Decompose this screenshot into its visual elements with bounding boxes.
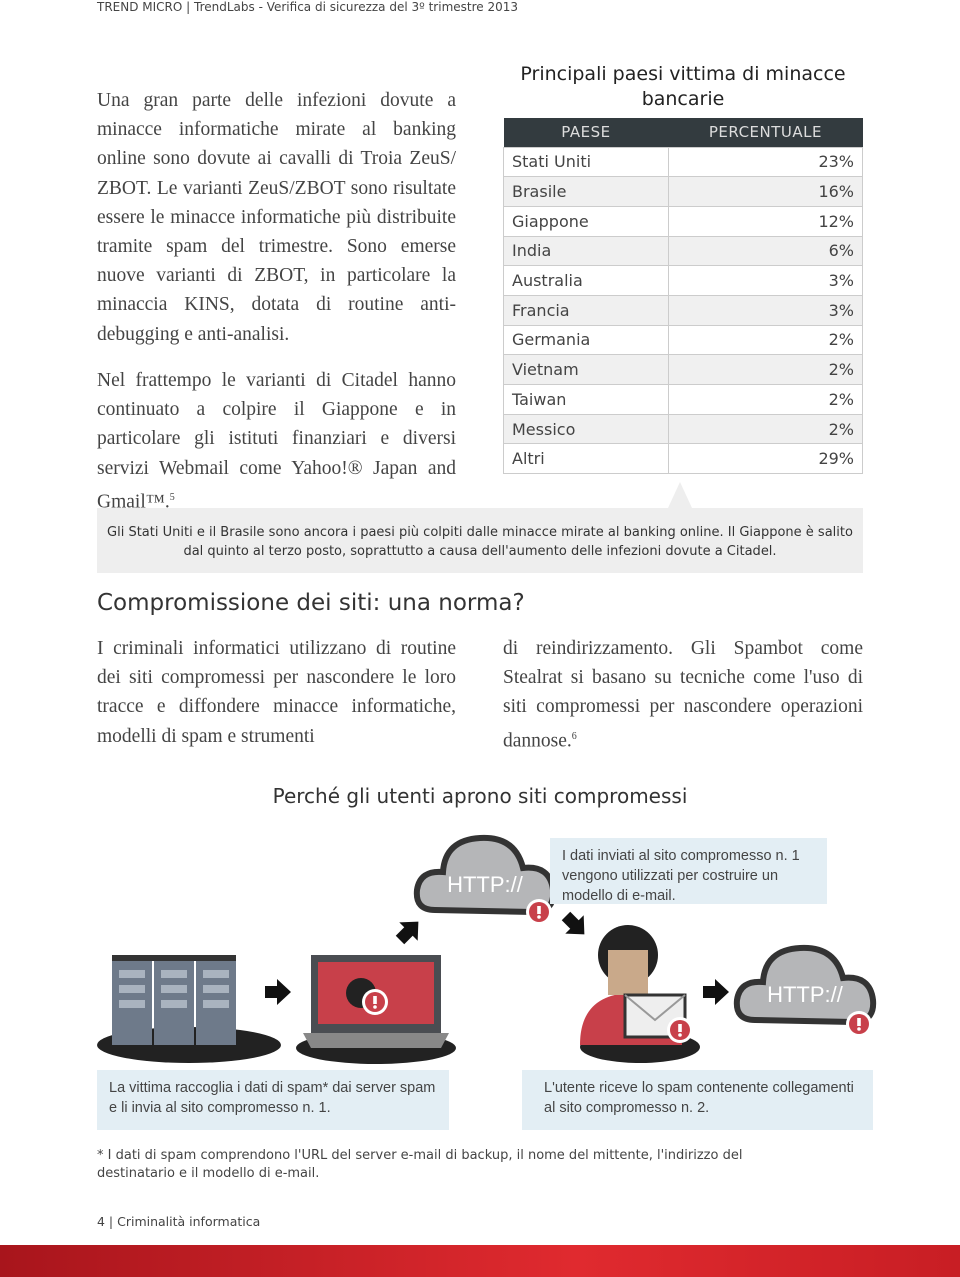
arrow-right-icon <box>265 979 291 1005</box>
info-box-top: I dati inviati al sito compromesso n. 1 … <box>550 838 827 904</box>
percentage-cell: 3% <box>667 265 864 296</box>
country-cell: India <box>503 235 669 267</box>
section-title: Compromissione dei siti: una norma? <box>97 590 525 616</box>
percentage-cell: 3% <box>667 294 864 326</box>
infographic-title: Perché gli utenti aprono siti compromess… <box>272 784 688 808</box>
country-cell: Taiwan <box>503 384 669 415</box>
column-header: PAESE <box>503 118 669 147</box>
percentage-cell: 2% <box>667 413 864 445</box>
table-row: Vietnam 2% <box>503 354 864 385</box>
country-cell: Messico <box>503 413 669 445</box>
paragraph: di reindirizzamento. Gli Spambot come St… <box>503 634 863 755</box>
percentage-cell: 6% <box>667 235 864 267</box>
table-row: India 6% <box>503 235 864 267</box>
country-cell: Giappone <box>503 205 669 237</box>
info-box-right: L'utente riceve lo spam contenente colle… <box>522 1070 873 1130</box>
caption-pointer <box>668 482 692 508</box>
percentage-cell: 2% <box>667 354 864 385</box>
user-with-email-icon <box>580 925 700 1063</box>
alert-icon <box>362 989 388 1015</box>
paragraph-text: Nel frattempo le varianti di Citadel han… <box>97 370 456 513</box>
percentage-cell: 16% <box>667 176 864 207</box>
footer-band <box>0 1245 960 1277</box>
country-cell: Germania <box>503 324 669 356</box>
country-cell: Vietnam <box>503 354 669 385</box>
table-caption: Gli Stati Uniti e il Brasile sono ancora… <box>97 508 863 573</box>
country-cell: Altri <box>503 443 669 475</box>
countries-table: PAESE PERCENTUALE Stati Uniti 23% Brasile 16… <box>503 118 864 475</box>
table-row: Germania 2% <box>503 324 864 356</box>
percentage-cell: 12% <box>667 205 864 237</box>
cloud-label: HTTP:// <box>767 982 844 1007</box>
alert-icon <box>526 899 552 925</box>
footnote-ref: 6 <box>571 730 577 742</box>
country-cell: Brasile <box>503 176 669 207</box>
alert-icon <box>667 1017 693 1043</box>
paragraph-text: di reindirizzamento. Gli Spambot come St… <box>503 638 863 752</box>
country-cell: Francia <box>503 294 669 326</box>
cloud-icon-2: HTTP:// <box>737 948 873 1037</box>
arrow-down-right-icon <box>556 906 594 944</box>
paragraph: I criminali informatici utilizzano di ro… <box>97 638 456 747</box>
paragraph: Una gran parte delle infezioni dovute a … <box>97 90 456 345</box>
table-title: Principali paesi vittima di minacce banc… <box>520 63 846 110</box>
column-header: PERCENTUALE <box>668 118 863 147</box>
laptop-icon <box>296 955 456 1064</box>
server-rack-icon <box>97 955 281 1063</box>
page-footer: 4 | Criminalità informatica <box>97 1214 261 1229</box>
percentage-cell: 29% <box>667 443 864 475</box>
page-header: TREND MICRO | TrendLabs - Verifica di si… <box>97 0 519 14</box>
cloud-label: HTTP:// <box>447 872 524 897</box>
table-row: Brasile 16% <box>503 176 864 207</box>
alert-icon <box>846 1011 872 1037</box>
paragraph: Nel frattempo le varianti di Citadel han… <box>97 366 456 517</box>
percentage-cell: 2% <box>667 324 864 356</box>
country-cell: Stati Uniti <box>503 146 669 178</box>
percentage-cell: 2% <box>667 384 864 415</box>
table-row: Giappone 12% <box>503 205 864 237</box>
arrow-right-icon <box>703 979 729 1005</box>
arrow-up-right-icon <box>390 912 428 950</box>
table-row: Francia 3% <box>503 294 864 326</box>
table-row: Taiwan 2% <box>503 384 864 415</box>
table-row: Messico 2% <box>503 413 864 445</box>
cloud-icon-1: HTTP:// <box>417 838 553 925</box>
table-row: Australia 3% <box>503 265 864 296</box>
table-row: Altri 29% <box>503 443 864 475</box>
country-cell: Australia <box>503 265 669 296</box>
footnote: * I dati di spam comprendono l'URL del s… <box>97 1148 743 1181</box>
table-row: Stati Uniti 23% <box>503 146 864 178</box>
percentage-cell: 23% <box>667 146 864 178</box>
footnote-ref: 5 <box>169 491 175 503</box>
info-box-left: La vittima raccoglia i dati di spam* dai… <box>97 1070 449 1130</box>
